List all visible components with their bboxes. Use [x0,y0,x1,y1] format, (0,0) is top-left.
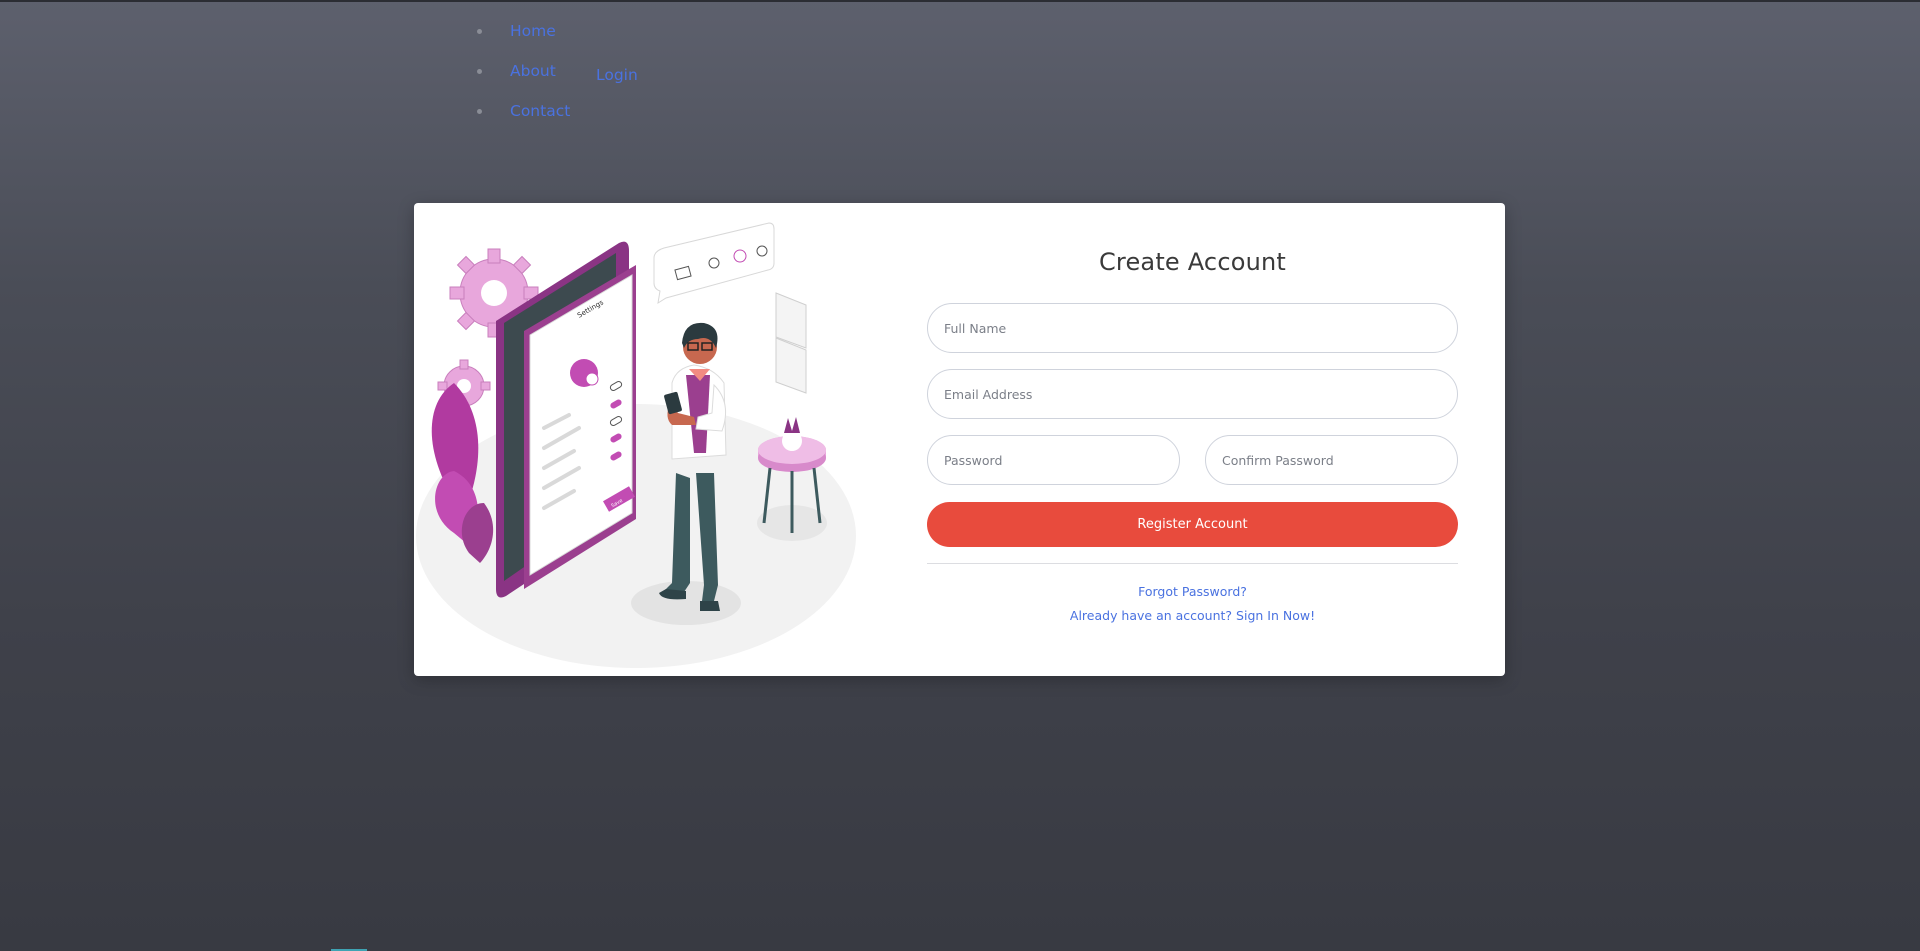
full-name-input[interactable] [927,303,1458,353]
password-input[interactable] [927,435,1180,485]
main-nav: Home About Contact [477,17,570,137]
forgot-password-link[interactable]: Forgot Password? [927,584,1458,599]
nav-link-login[interactable]: Login [596,66,638,84]
nav-link-about[interactable]: About [510,62,556,80]
nav-link-contact[interactable]: Contact [510,102,570,120]
confirm-password-input[interactable] [1205,435,1458,485]
register-form: Create Account Register Account Forgot P… [927,203,1458,623]
form-title: Create Account [1098,248,1287,276]
register-card: Settings Save Create Account Full Name E… [414,203,1505,676]
email-input[interactable] [927,369,1458,419]
sign-in-link[interactable]: Already have an account? Sign In Now! [927,608,1458,623]
picture-frame-icon [775,292,807,394]
signup-illustration: Settings Save [416,222,856,668]
top-border [0,0,1920,2]
form-divider [927,563,1458,564]
nav-item-contact: Contact [477,97,570,137]
nav-item-about: About [477,57,570,97]
nav-item-home: Home [477,17,570,57]
register-account-button[interactable]: Register Account [927,502,1458,547]
chat-bubble-icon [653,222,775,305]
nav-link-home[interactable]: Home [510,22,556,40]
